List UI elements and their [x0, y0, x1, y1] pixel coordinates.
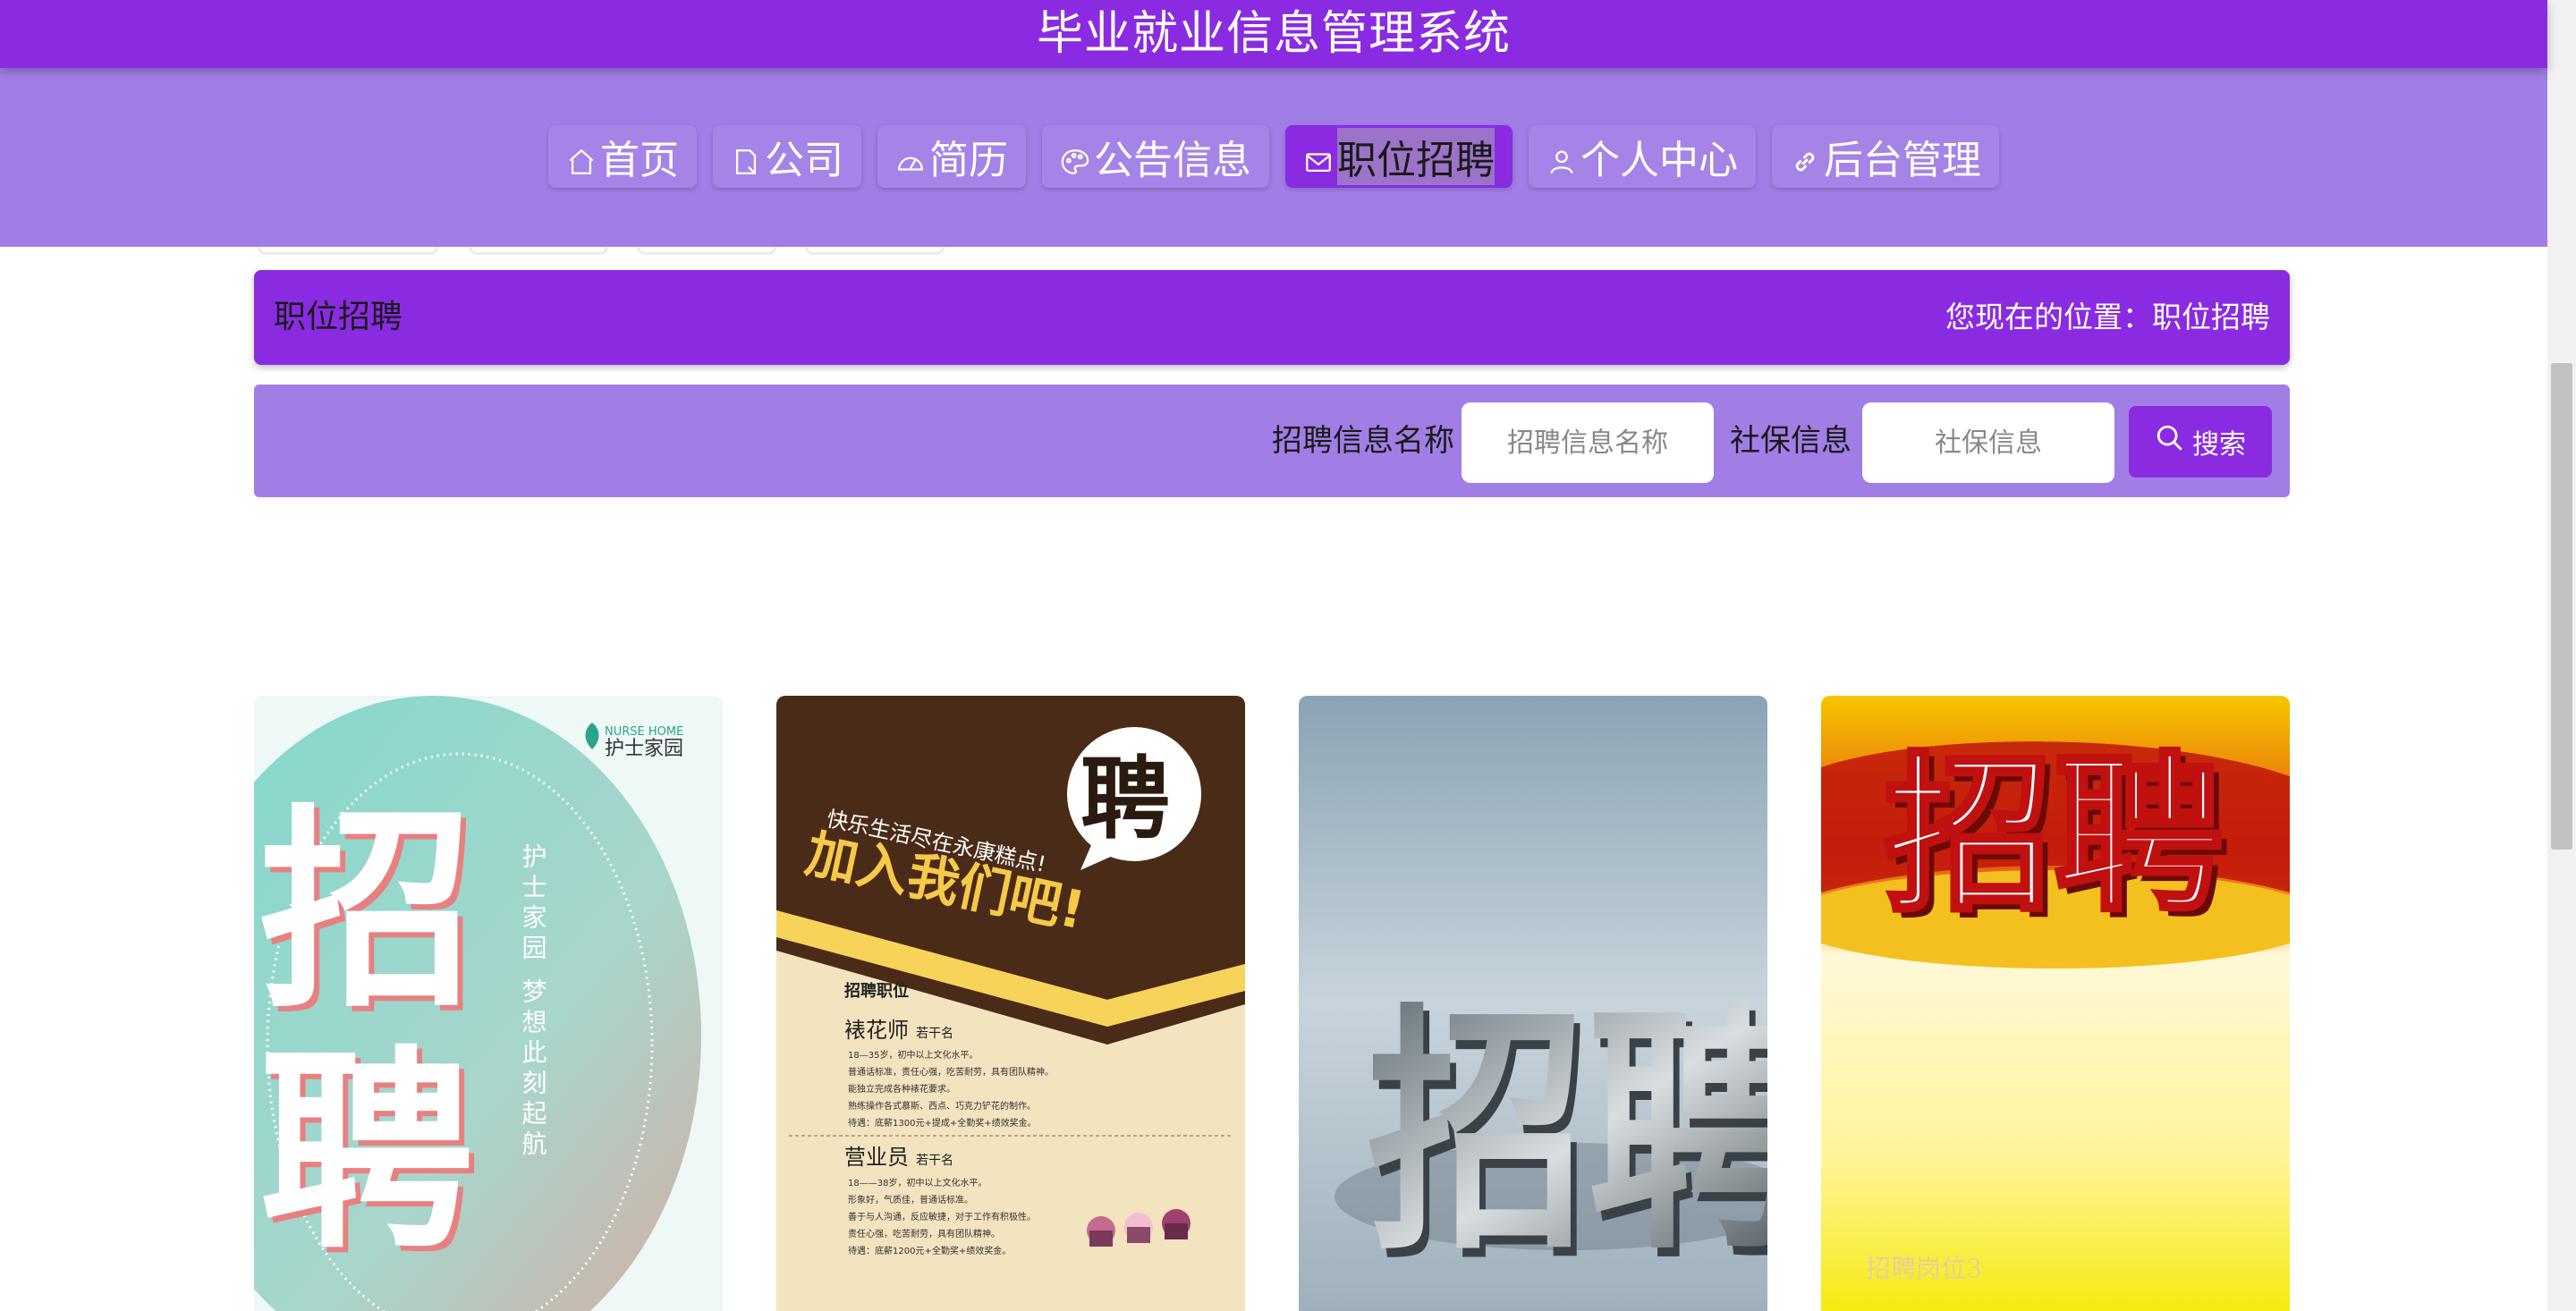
job-card-image: 招聘 招聘 招聘岗位3: [1821, 696, 2290, 1311]
svg-text:裱花师: 裱花师: [844, 1018, 909, 1043]
search-icon: [2155, 423, 2185, 461]
job-card-image: 招 招 聘 聘 NURSE HOME 护士家园 护士家园 梦想此刻起航: [254, 696, 723, 1311]
nav-label: 公告信息: [1094, 138, 1251, 183]
job-card[interactable]: 招聘 招聘 招聘岗位3: [1821, 696, 2290, 1311]
nav-label: 首页: [600, 138, 679, 183]
home-icon: [566, 141, 597, 174]
search-bar: 招聘信息名称 社保信息 搜索: [254, 385, 2290, 497]
svg-text:善于与人沟通，反应敏捷，对于工作有积极性。: 善于与人沟通，反应敏捷，对于工作有积极性。: [848, 1211, 1036, 1222]
job-card-image: 聘 快乐生活尽在永康糕点! 加入我们吧! 招聘职位 裱花师 若干名 18—35岁…: [776, 696, 1245, 1311]
nav-item-announcements[interactable]: 公告信息: [1042, 125, 1269, 188]
job-name-label: 招聘信息名称: [1272, 423, 1454, 459]
nav-label: 后台管理: [1824, 138, 1981, 183]
svg-text:护士家园: 护士家园: [605, 738, 683, 760]
job-card[interactable]: 招聘 招聘: [1299, 696, 1767, 1311]
svg-text:形象好，气质佳，普通话标准。: 形象好，气质佳，普通话标准。: [848, 1194, 973, 1205]
search-button-label: 搜索: [2192, 429, 2246, 461]
nav-menu: 首页 公司 简历 公告信息 职位招聘 个人中心 后台管理: [0, 125, 2547, 188]
breadcrumb: 您现在的位置：职位招聘: [1945, 300, 2270, 334]
link-icon: [1790, 141, 1820, 172]
svg-text:待遇：底薪1200元+全勤奖+绩效奖金。: 待遇：底薪1200元+全勤奖+绩效奖金。: [848, 1245, 1011, 1256]
svg-text:熟练操作各式慕斯、西点、巧克力铲花的制作。: 熟练操作各式慕斯、西点、巧克力铲花的制作。: [848, 1100, 1036, 1112]
document-icon: [731, 141, 761, 174]
social-security-input[interactable]: [1862, 402, 2114, 483]
nav-label: 个人中心: [1580, 138, 1738, 183]
nav-item-jobs[interactable]: 职位招聘: [1285, 125, 1513, 188]
gauge-icon: [895, 141, 926, 172]
svg-text:聘: 聘: [259, 1028, 474, 1278]
palette-icon: [1060, 141, 1090, 174]
nav-label: 简历: [929, 138, 1008, 183]
svg-text:责任心强，吃苦耐劳，具有团队精神。: 责任心强，吃苦耐劳，具有团队精神。: [848, 1228, 1000, 1239]
job-card-image: 招聘 招聘: [1299, 696, 1767, 1311]
svg-text:NURSE HOME: NURSE HOME: [605, 725, 683, 739]
nav-item-home[interactable]: 首页: [548, 125, 697, 188]
nav-item-company[interactable]: 公司: [713, 125, 861, 188]
job-name-input[interactable]: [1462, 402, 1714, 483]
nav-item-profile[interactable]: 个人中心: [1529, 125, 1756, 188]
page-title: 职位招聘: [274, 299, 403, 335]
system-title: 毕业就业信息管理系统: [1036, 7, 1511, 61]
svg-text:能独立完成各种裱花要求。: 能独立完成各种裱花要求。: [848, 1083, 955, 1095]
nav-item-admin[interactable]: 后台管理: [1772, 125, 1999, 188]
search-button[interactable]: 搜索: [2129, 406, 2272, 478]
scrollbar-thumb[interactable]: [2551, 363, 2572, 850]
svg-text:护士家园 梦想此刻起航: 护士家园 梦想此刻起航: [519, 843, 548, 1161]
nav-item-resume[interactable]: 简历: [877, 125, 1026, 188]
svg-text:18——38岁，初中以上文化水平。: 18——38岁，初中以上文化水平。: [848, 1177, 987, 1188]
page-scrollbar[interactable]: [2547, 0, 2576, 1311]
svg-text:招: 招: [259, 786, 474, 1036]
svg-text:若干名: 若干名: [916, 1154, 953, 1168]
job-card[interactable]: 招 招 聘 聘 NURSE HOME 护士家园 护士家园 梦想此刻起航: [254, 696, 723, 1311]
svg-text:营业员: 营业员: [844, 1145, 909, 1170]
social-security-label: 社保信息: [1730, 423, 1852, 459]
svg-text:招聘: 招聘: [1368, 984, 1768, 1285]
svg-text:待遇：底薪1300元+提成+全勤奖+绩效奖金。: 待遇：底薪1300元+提成+全勤奖+绩效奖金。: [848, 1117, 1037, 1129]
page-header: 职位招聘 您现在的位置：职位招聘: [254, 270, 2290, 365]
svg-text:招聘职位: 招聘职位: [844, 981, 909, 1001]
nav-label: 公司: [765, 138, 843, 183]
svg-text:招聘岗位3: 招聘岗位3: [1866, 1254, 1982, 1283]
mail-icon: [1303, 141, 1334, 173]
svg-text:18—35岁，初中以上文化水平。: 18—35岁，初中以上文化水平。: [848, 1049, 978, 1061]
user-icon: [1546, 141, 1577, 174]
top-title-bar: 毕业就业信息管理系统: [0, 0, 2547, 68]
navigation-bar: 首页 公司 简历 公告信息 职位招聘 个人中心 后台管理: [0, 68, 2547, 247]
svg-text:聘: 聘: [1080, 747, 1170, 851]
job-card[interactable]: 聘 快乐生活尽在永康糕点! 加入我们吧! 招聘职位 裱花师 若干名 18—35岁…: [776, 696, 1245, 1311]
svg-text:招聘: 招聘: [1884, 737, 2224, 935]
svg-text:若干名: 若干名: [916, 1027, 953, 1041]
svg-text:普通话标准，责任心强，吃苦耐劳，具有团队精神。: 普通话标准，责任心强，吃苦耐劳，具有团队精神。: [848, 1066, 1054, 1078]
nav-label: 职位招聘: [1337, 128, 1495, 185]
